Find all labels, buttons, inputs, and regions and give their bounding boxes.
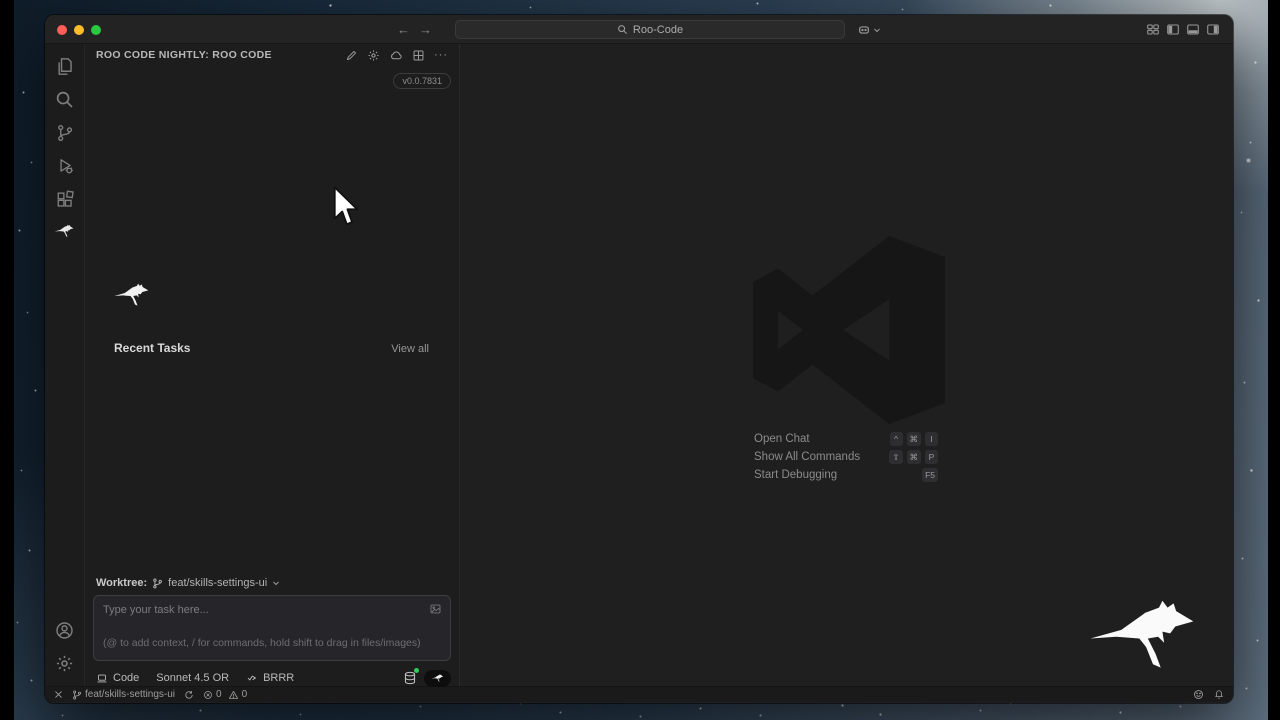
error-count: 0 — [216, 689, 222, 700]
copilot-icon — [857, 23, 871, 37]
warning-count: 0 — [241, 689, 248, 700]
marketplace-icon[interactable] — [412, 49, 425, 62]
context-usage-button[interactable] — [403, 668, 419, 685]
mode-label: Code — [113, 672, 140, 684]
titlebar: ← → Roo-Code — [45, 15, 1233, 44]
search-icon[interactable] — [45, 83, 85, 116]
pillarbox-right — [1268, 0, 1280, 720]
back-button[interactable]: ← — [397, 22, 410, 37]
customize-layout-icon[interactable] — [1146, 23, 1160, 36]
chevron-down-icon — [873, 26, 881, 34]
notifications-bell-icon[interactable] — [1214, 689, 1224, 700]
worktree-selector[interactable]: Worktree: feat/skills-settings-ui — [96, 577, 280, 589]
branch-name: feat/skills-settings-ui — [85, 689, 176, 700]
copilot-menu[interactable] — [857, 15, 881, 44]
roo-kangaroo-icon — [431, 673, 445, 683]
shortcut-label: Start Debugging — [754, 469, 838, 481]
roo-logo — [113, 283, 153, 309]
desktop: ← → Roo-Code ROO CODE NIGHTLY: ROO CODE … — [0, 0, 1280, 720]
keycap: P — [925, 450, 938, 464]
task-input[interactable]: Type your task here... (@ to add context… — [93, 595, 451, 661]
shortcut-start-debugging: Start Debugging F5 — [754, 468, 938, 482]
traffic-lights — [57, 25, 101, 35]
status-bar: feat/skills-settings-ui 0 0 — [45, 686, 1233, 702]
command-center-search[interactable]: Roo-Code — [455, 20, 845, 39]
add-image-icon[interactable] — [429, 603, 442, 615]
search-icon — [617, 24, 628, 35]
view-all-link[interactable]: View all — [391, 343, 429, 355]
panel-title: ROO CODE NIGHTLY: ROO CODE — [96, 49, 272, 61]
source-control-icon[interactable] — [45, 116, 85, 149]
run-debug-icon[interactable] — [45, 149, 85, 182]
editor-area: Open Chat ^ ⌘ I Show All Commands ⇧ ⌘ P — [460, 44, 1233, 686]
keycap: ⌘ — [906, 432, 921, 446]
model-label: Sonnet 4.5 OR — [156, 672, 230, 684]
roo-kangaroo-icon[interactable] — [45, 215, 85, 248]
toggle-panel-icon[interactable] — [1186, 23, 1200, 36]
settings-gear-icon[interactable] — [45, 647, 85, 680]
statusbar-branch[interactable]: feat/skills-settings-ui — [72, 689, 175, 700]
shortcut-open-chat: Open Chat ^ ⌘ I — [754, 432, 938, 446]
vscode-logo-watermark — [743, 234, 955, 426]
more-actions-button[interactable]: ··· — [434, 50, 448, 61]
shortcut-label: Show All Commands — [754, 451, 861, 463]
send-button[interactable] — [424, 669, 451, 687]
shortcut-show-all-commands: Show All Commands ⇧ ⌘ P — [754, 450, 938, 464]
keycap: ^ — [889, 432, 903, 446]
task-input-placeholder: Type your task here... — [103, 604, 209, 616]
activity-bar — [45, 44, 85, 686]
explorer-icon[interactable] — [45, 50, 85, 83]
auto-approve-label: BRRR — [263, 672, 295, 684]
pillarbox-left — [0, 0, 14, 720]
task-input-hint: (@ to add context, / for commands, hold … — [103, 637, 421, 649]
minimize-button[interactable] — [74, 25, 84, 35]
vscode-window: ← → Roo-Code ROO CODE NIGHTLY: ROO CODE … — [45, 15, 1233, 703]
worktree-branch-name: feat/skills-settings-ui — [168, 577, 268, 589]
worktree-label: Worktree: — [96, 577, 148, 589]
chevron-down-icon — [272, 579, 280, 587]
error-icon — [203, 690, 213, 700]
problems-indicator[interactable]: 0 0 — [203, 689, 247, 700]
sync-icon[interactable] — [184, 690, 194, 700]
panel-header: ROO CODE NIGHTLY: ROO CODE ··· — [85, 44, 459, 66]
new-task-pencil-icon[interactable] — [345, 49, 358, 62]
keycap: I — [925, 432, 938, 446]
roo-code-panel: ROO CODE NIGHTLY: ROO CODE ··· v0.0.7831… — [85, 44, 460, 687]
extensions-icon[interactable] — [45, 182, 85, 215]
roo-logo-large — [1087, 599, 1207, 678]
keycap: ⌘ — [906, 450, 921, 464]
watermark-shortcuts: Open Chat ^ ⌘ I Show All Commands ⇧ ⌘ P — [754, 432, 938, 482]
toggle-secondary-sidebar-icon[interactable] — [1206, 23, 1220, 36]
auto-approve-toggle[interactable]: BRRR — [246, 672, 294, 684]
forward-button[interactable]: → — [419, 22, 432, 37]
feedback-smiley-icon[interactable] — [1193, 689, 1204, 700]
close-button[interactable] — [57, 25, 67, 35]
recent-tasks-heading: Recent Tasks — [114, 341, 191, 355]
warning-icon — [228, 690, 239, 700]
git-branch-icon — [152, 578, 163, 589]
git-branch-icon — [72, 690, 82, 700]
mouse-cursor — [333, 186, 363, 228]
mode-selector[interactable]: Code — [96, 672, 139, 684]
keycap: ⇧ — [889, 450, 903, 464]
keycap: F5 — [922, 468, 938, 482]
model-selector[interactable]: Sonnet 4.5 OR — [156, 672, 229, 684]
auto-approve-icon — [246, 673, 258, 683]
remote-indicator[interactable] — [54, 690, 63, 699]
toggle-primary-sidebar-icon[interactable] — [1166, 23, 1180, 36]
account-icon[interactable] — [45, 614, 85, 647]
settings-gear-icon[interactable] — [367, 49, 380, 62]
zoom-button[interactable] — [91, 25, 101, 35]
code-mode-icon — [96, 673, 108, 684]
version-badge: v0.0.7831 — [393, 73, 451, 89]
command-center-text: Roo-Code — [632, 23, 684, 36]
cloud-icon[interactable] — [389, 49, 403, 62]
shortcut-label: Open Chat — [754, 433, 810, 445]
status-dot — [414, 668, 419, 673]
